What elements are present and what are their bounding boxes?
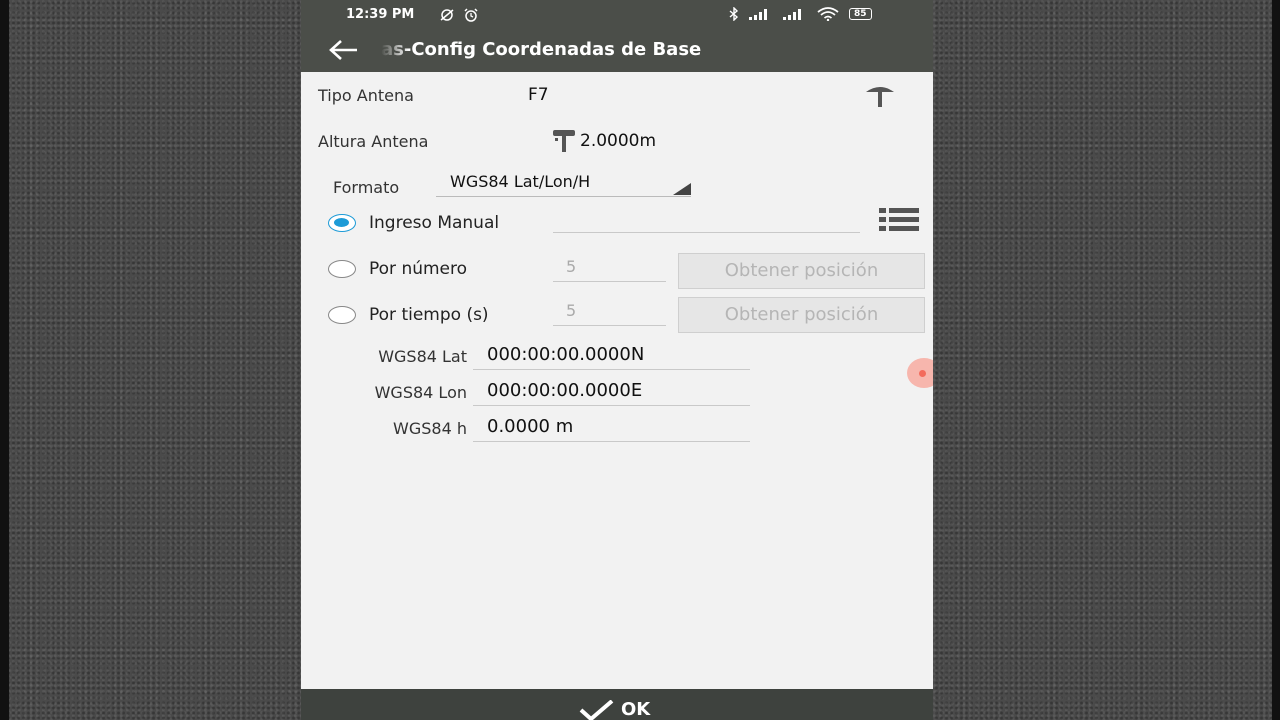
list-icon[interactable] — [879, 207, 921, 233]
background-right — [933, 0, 1280, 720]
radio-by-number-label: Por número — [369, 259, 468, 279]
wifi-icon — [817, 7, 839, 21]
h-value: 0.0000 m — [487, 416, 574, 437]
manual-point-input[interactable] — [553, 207, 860, 233]
antenna-height-icon — [553, 130, 575, 152]
letterbox-left — [0, 0, 9, 720]
signal-icon — [749, 9, 767, 20]
background-left — [0, 0, 301, 720]
status-time: 12:39 PM — [346, 7, 415, 22]
time-input-value: 5 — [566, 301, 577, 320]
letterbox-right — [1272, 0, 1280, 720]
bluetooth-icon — [729, 7, 739, 21]
page-title: as-Config Coordenadas de Base — [381, 39, 702, 60]
radio-manual[interactable] — [328, 214, 356, 232]
time-input[interactable]: 5 — [553, 299, 666, 326]
alarm-icon — [464, 8, 478, 22]
radio-manual-label: Ingreso Manual — [369, 213, 500, 233]
lat-input[interactable]: 000:00:00.0000N — [473, 342, 750, 370]
app-bar: as-Config Coordenadas de Base — [301, 28, 933, 72]
number-input-value: 5 — [566, 257, 577, 276]
number-input[interactable]: 5 — [553, 255, 666, 282]
radio-by-time-label: Por tiempo (s) — [369, 305, 489, 325]
ok-button[interactable]: OK — [579, 699, 650, 720]
lon-input[interactable]: 000:00:00.0000E — [473, 378, 750, 406]
format-selected: WGS84 Lat/Lon/H — [450, 172, 591, 191]
get-position-button-time[interactable]: Obtener posición — [678, 297, 925, 333]
lat-value: 000:00:00.0000N — [487, 344, 645, 365]
antenna-height-label: Altura Antena — [318, 132, 429, 151]
lon-value: 000:00:00.0000E — [487, 380, 643, 401]
phone-screen: 12:39 PM 85 as-Config Coordenadas de Bas… — [301, 0, 933, 720]
radio-by-time[interactable] — [328, 306, 356, 324]
data-saver-icon — [440, 9, 454, 21]
ok-label: OK — [621, 699, 651, 720]
bottom-bar: OK — [301, 689, 933, 720]
antenna-type-label: Tipo Antena — [318, 86, 414, 105]
antenna-icon[interactable] — [864, 82, 896, 108]
back-arrow-icon[interactable] — [327, 38, 359, 62]
dropdown-triangle-icon — [673, 183, 691, 195]
antenna-type-value: F7 — [528, 85, 549, 105]
format-label: Formato — [333, 178, 400, 197]
status-bar: 12:39 PM 85 — [301, 0, 933, 28]
battery-icon: 85 — [849, 8, 872, 20]
radio-by-number[interactable] — [328, 260, 356, 278]
checkmark-icon — [579, 699, 614, 720]
antenna-height-value: 2.0000m — [580, 131, 657, 151]
h-input[interactable]: 0.0000 m — [473, 414, 750, 442]
floating-action-button[interactable] — [907, 358, 933, 388]
get-position-button-number[interactable]: Obtener posición — [678, 253, 925, 289]
h-label: WGS84 h — [393, 419, 467, 438]
lat-label: WGS84 Lat — [378, 347, 467, 366]
signal-icon-2 — [783, 9, 801, 20]
format-dropdown[interactable]: WGS84 Lat/Lon/H — [436, 172, 691, 197]
lon-label: WGS84 Lon — [374, 383, 467, 402]
